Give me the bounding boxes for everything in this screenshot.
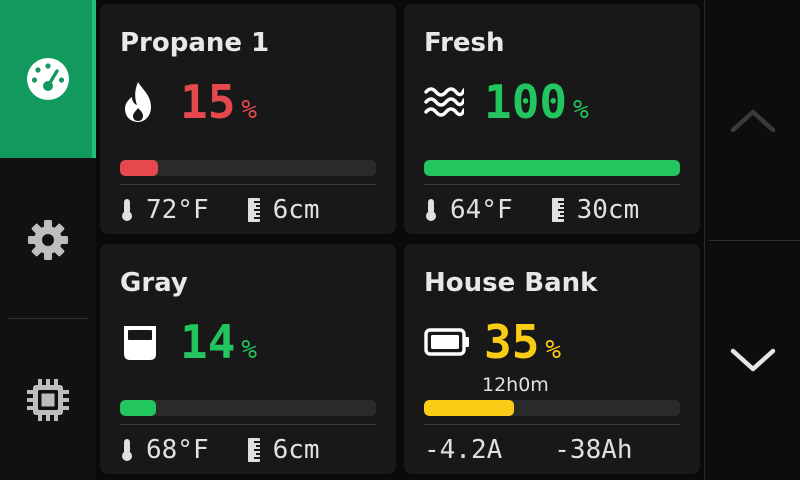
left-nav	[0, 0, 96, 480]
scroll-panel	[704, 0, 800, 480]
level-bar	[424, 160, 680, 176]
nav-divider	[8, 318, 88, 319]
gauge-icon	[27, 58, 69, 100]
ruler-icon	[247, 438, 260, 462]
level-unit: %	[545, 335, 562, 365]
chevron-up-icon	[730, 109, 776, 133]
level-bar-fill	[120, 160, 159, 176]
thermometer-icon	[122, 439, 132, 461]
level-unit: %	[241, 95, 258, 125]
divider	[424, 184, 680, 185]
depth-value: 30cm	[576, 195, 640, 225]
level-percent: 15%	[180, 72, 257, 140]
amp-hours-value: -38Ah	[554, 435, 633, 465]
battery-card-house-bank[interactable]: House Bank 35% 12h0m -4.2A -38Ah	[404, 244, 700, 474]
level-bar-fill	[424, 400, 514, 416]
ruler-icon	[551, 198, 564, 222]
level-value: 100	[484, 75, 568, 129]
level-bar-fill	[424, 160, 680, 176]
gear-icon	[28, 220, 68, 260]
stats-row: 64°F 30cm	[424, 190, 677, 230]
temperature-stat: 68°F	[120, 435, 209, 465]
scroll-down-button[interactable]	[705, 241, 800, 480]
level-percent: 35%	[484, 312, 561, 380]
nav-system[interactable]	[0, 320, 96, 480]
thermometer-icon	[122, 199, 132, 221]
level-bar	[424, 400, 680, 416]
divider	[424, 424, 680, 425]
temperature-value: 72°F	[146, 195, 209, 225]
stats-row: 68°F 6cm	[120, 430, 358, 470]
current-value: -4.2A	[424, 435, 503, 465]
gray-tank-icon	[124, 326, 156, 360]
level-bar	[120, 400, 376, 416]
level-unit: %	[241, 335, 258, 365]
water-waves-icon	[424, 87, 464, 117]
thermometer-icon	[426, 199, 436, 221]
level-value: 35	[484, 315, 540, 369]
battery-icon	[424, 328, 469, 356]
level-percent: 14%	[180, 312, 257, 380]
card-title: Propane 1	[120, 28, 270, 58]
tank-card-propane[interactable]: Propane 1 15% 72°F 6cm	[100, 4, 396, 234]
depth-stat: 6cm	[247, 195, 320, 225]
stats-row: -4.2A -38Ah	[424, 430, 671, 470]
scroll-up-button[interactable]	[705, 0, 800, 240]
depth-value: 6cm	[272, 435, 320, 465]
nav-settings[interactable]	[0, 160, 96, 320]
level-unit: %	[573, 95, 589, 125]
temperature-stat: 72°F	[120, 195, 209, 225]
tank-card-gray[interactable]: Gray 14% 68°F 6cm	[100, 244, 396, 474]
divider	[120, 184, 376, 185]
level-value: 14	[180, 315, 236, 369]
card-title: Fresh	[424, 28, 505, 58]
nav-dashboard[interactable]	[0, 0, 96, 158]
temperature-value: 64°F	[450, 195, 513, 225]
card-title: Gray	[120, 268, 188, 298]
tank-card-fresh[interactable]: Fresh 100% 64°F 30cm	[404, 4, 700, 234]
card-title: House Bank	[424, 268, 598, 298]
depth-value: 6cm	[272, 195, 320, 225]
depth-stat: 30cm	[551, 195, 640, 225]
ruler-icon	[247, 198, 260, 222]
level-percent: 100%	[484, 72, 589, 140]
depth-stat: 6cm	[247, 435, 320, 465]
level-bar-fill	[120, 400, 156, 416]
flame-icon	[125, 82, 151, 122]
chevron-down-icon	[730, 348, 776, 371]
level-value: 15	[180, 75, 236, 129]
temperature-value: 68°F	[146, 435, 209, 465]
chip-icon	[27, 379, 69, 421]
temperature-stat: 64°F	[424, 195, 513, 225]
stats-row: 72°F 6cm	[120, 190, 358, 230]
current-stat: -4.2A	[424, 435, 502, 465]
amp-hours-stat: -38Ah	[554, 435, 632, 465]
runtime-remaining: 12h0m	[482, 374, 549, 396]
level-bar	[120, 160, 376, 176]
divider	[120, 424, 376, 425]
